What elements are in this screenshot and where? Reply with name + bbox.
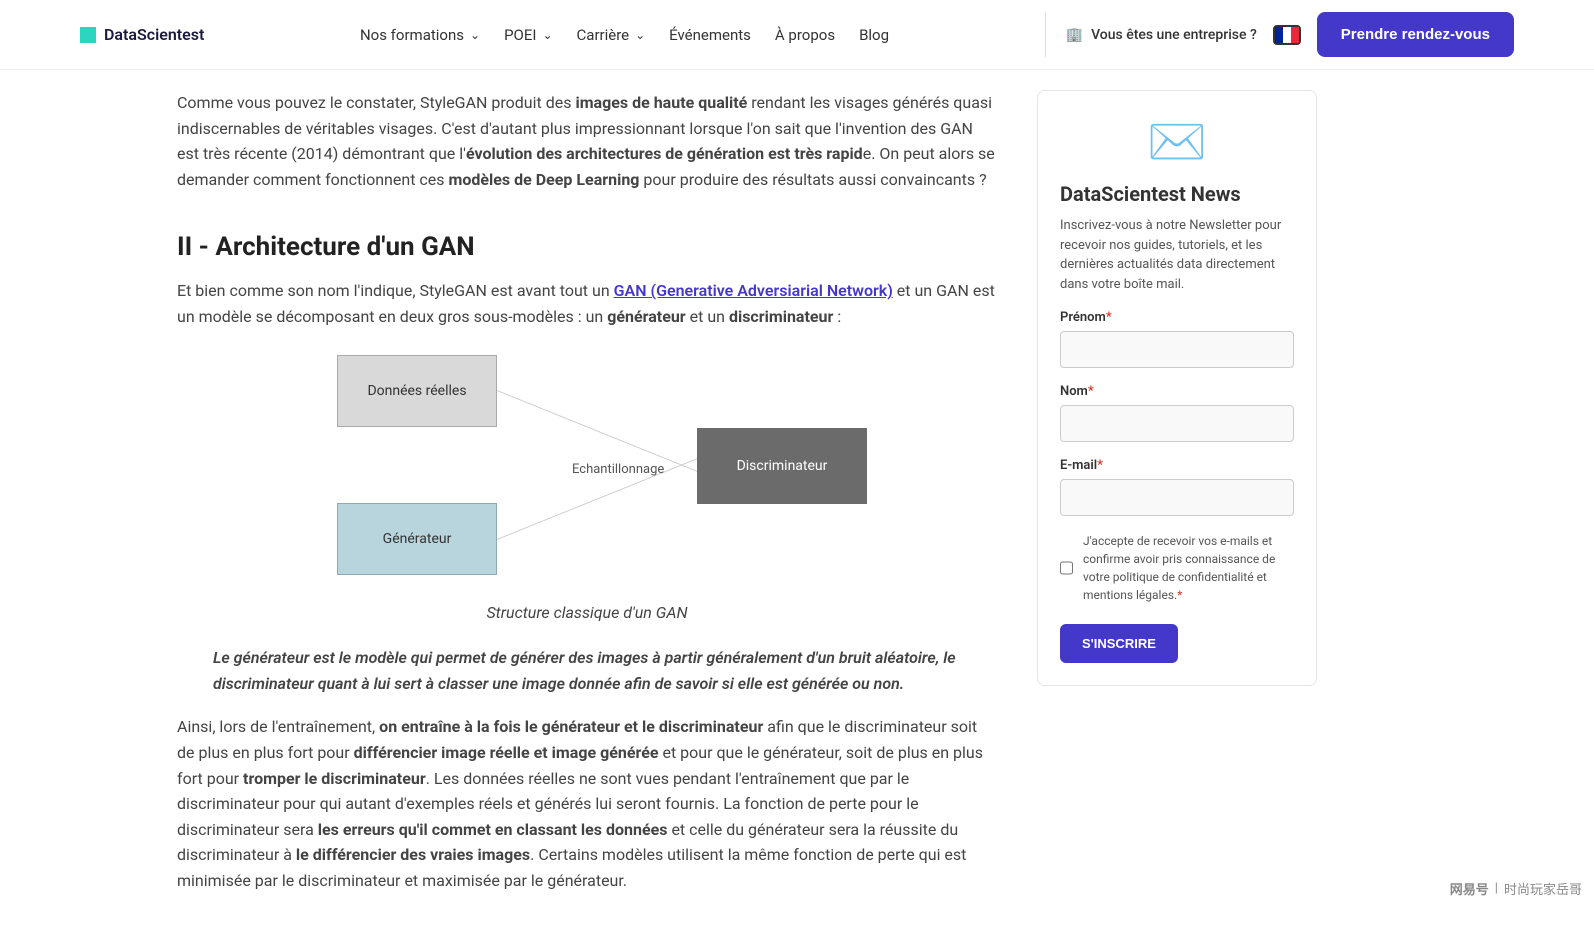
quote-block: Le générateur est le modèle qui permet d… (213, 645, 997, 696)
nav-poei[interactable]: POEI⌄ (504, 26, 552, 44)
gan-link[interactable]: GAN (Generative Adversiarial Network) (614, 281, 893, 300)
nav-carriere[interactable]: Carrière⌄ (577, 26, 646, 44)
chevron-down-icon: ⌄ (635, 28, 645, 42)
nav-formations[interactable]: Nos formations⌄ (360, 26, 480, 44)
diagram-caption: Structure classique d'un GAN (177, 600, 997, 626)
main-nav: Nos formations⌄ POEI⌄ Carrière⌄ Événemen… (360, 26, 889, 44)
cta-button[interactable]: Prendre rendez-vous (1317, 12, 1514, 57)
newsletter-card: ✉️ DataScientest News Inscrivez-vous à n… (1037, 90, 1317, 686)
nom-label: Nom* (1060, 384, 1294, 399)
newsletter-title: DataScientest News (1060, 182, 1294, 206)
subscribe-button[interactable]: S'INSCRIRE (1060, 624, 1178, 663)
newsletter-sidebar: ✉️ DataScientest News Inscrivez-vous à n… (1037, 90, 1317, 912)
nav-apropos[interactable]: À propos (775, 26, 835, 44)
gan-diagram: Données réelles Générateur Discriminateu… (307, 350, 867, 580)
paragraph-training: Ainsi, lors de l'entraînement, on entraî… (177, 714, 997, 893)
email-input[interactable] (1060, 479, 1294, 516)
logo-text: DataScientest (104, 25, 204, 44)
section-heading: II - Architecture d'un GAN (177, 232, 997, 262)
consent-checkbox[interactable] (1060, 532, 1073, 604)
consent-text: J'accepte de recevoir vos e-mails et con… (1083, 532, 1294, 604)
nav-evenements[interactable]: Événements (669, 26, 751, 44)
footer-attribution: 网易号 | 时尚玩家岳哥 (1450, 879, 1582, 898)
chevron-down-icon: ⌄ (470, 28, 480, 42)
diagram-discriminator: Discriminateur (697, 428, 867, 504)
email-label: E-mail* (1060, 458, 1294, 473)
logo-icon (80, 27, 96, 43)
site-header: DataScientest Nos formations⌄ POEI⌄ Carr… (0, 0, 1594, 70)
paragraph-gan: Et bien comme son nom l'indique, StyleGA… (177, 278, 997, 329)
prenom-input[interactable] (1060, 331, 1294, 368)
prenom-label: Prénom* (1060, 310, 1294, 325)
enterprise-link[interactable]: 🏢 Vous êtes une entreprise ? (1066, 27, 1257, 43)
newsletter-description: Inscrivez-vous à notre Newsletter pour r… (1060, 216, 1294, 294)
envelope-icon: ✉️ (1060, 113, 1294, 170)
language-selector[interactable] (1273, 25, 1301, 45)
diagram-real-data: Données réelles (337, 355, 497, 427)
paragraph-intro: Comme vous pouvez le constater, StyleGAN… (177, 90, 997, 192)
building-icon: 🏢 (1066, 27, 1083, 43)
article-content: Comme vous pouvez le constater, StyleGAN… (177, 90, 997, 912)
nav-blog[interactable]: Blog (859, 26, 889, 44)
diagram-generator: Générateur (337, 503, 497, 575)
nom-input[interactable] (1060, 405, 1294, 442)
logo[interactable]: DataScientest (80, 25, 204, 44)
diagram-sampling-label: Echantillonnage (572, 462, 664, 477)
chevron-down-icon: ⌄ (542, 28, 552, 42)
header-right: 🏢 Vous êtes une entreprise ? Prendre ren… (1045, 12, 1514, 57)
